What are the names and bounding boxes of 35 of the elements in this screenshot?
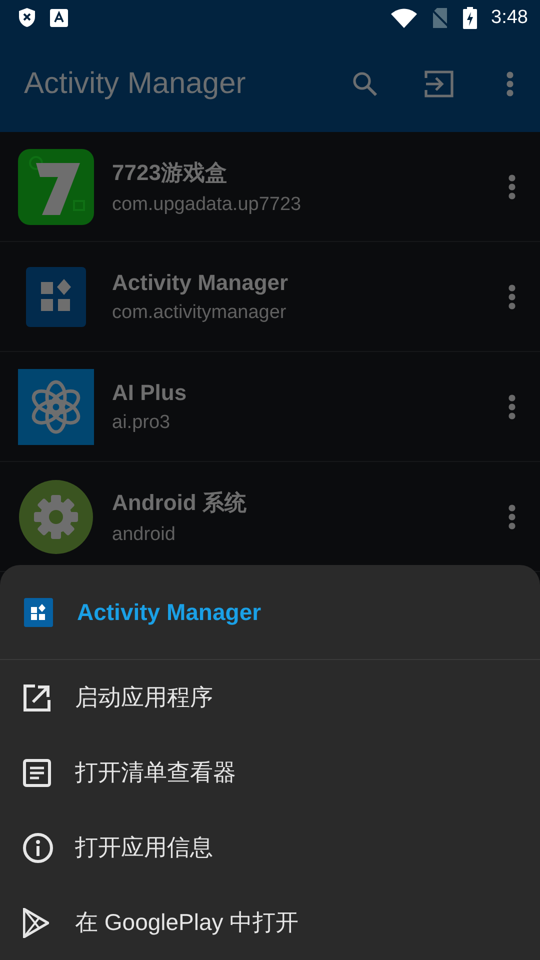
status-time: 3:48 bbox=[491, 6, 528, 28]
no-sim-icon bbox=[431, 8, 450, 28]
more-icon[interactable] bbox=[508, 174, 516, 200]
app-icon bbox=[18, 478, 94, 554]
app-icon bbox=[18, 148, 94, 224]
app-name: 7723游戏盒 bbox=[112, 158, 228, 186]
more-icon[interactable] bbox=[508, 394, 516, 420]
play-store-icon bbox=[23, 908, 49, 938]
package-name: com.upgadata.up7723 bbox=[112, 194, 302, 216]
app-name: Android 系统 bbox=[112, 488, 248, 516]
enter-icon[interactable] bbox=[424, 70, 454, 98]
menu-item[interactable]: 启动应用程序 bbox=[0, 660, 540, 735]
app-name: AI Plus bbox=[112, 380, 188, 406]
package-name: com.activitymanager bbox=[112, 302, 288, 324]
battery-icon bbox=[463, 6, 478, 28]
app-icon bbox=[24, 598, 53, 626]
more-icon[interactable] bbox=[508, 504, 516, 530]
more-icon[interactable] bbox=[506, 70, 514, 96]
menu-item[interactable]: 打开清单查看器 bbox=[0, 735, 540, 810]
menu-item[interactable]: 打开应用信息 bbox=[0, 810, 540, 885]
external-link-icon bbox=[23, 684, 51, 712]
search-icon[interactable] bbox=[352, 70, 378, 96]
shield-icon bbox=[18, 7, 36, 28]
info-icon bbox=[23, 832, 53, 862]
document-icon bbox=[23, 758, 51, 786]
app-icon bbox=[18, 368, 94, 444]
app-name: Activity Manager bbox=[112, 270, 290, 296]
package-name: ai.pro3 bbox=[112, 412, 172, 434]
menu-item[interactable]: 在 GooglePlay 中打开 bbox=[0, 885, 540, 960]
package-name: android bbox=[112, 524, 176, 546]
wifi-icon bbox=[391, 8, 418, 28]
keyboard-icon bbox=[50, 8, 68, 26]
more-icon[interactable] bbox=[508, 284, 516, 310]
sheet-title: Activity Manager bbox=[77, 598, 262, 626]
app-title: Activity Manager bbox=[24, 66, 247, 100]
